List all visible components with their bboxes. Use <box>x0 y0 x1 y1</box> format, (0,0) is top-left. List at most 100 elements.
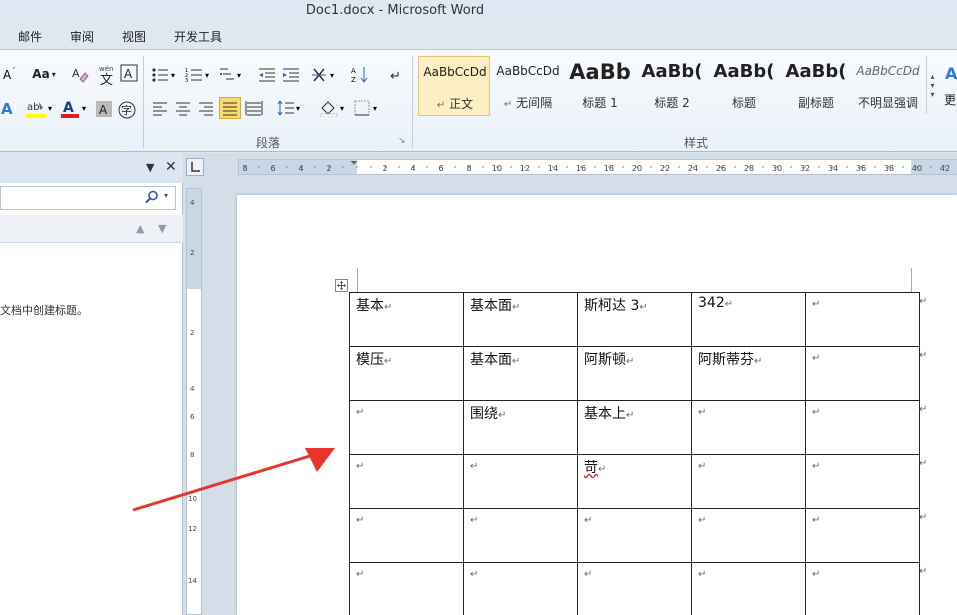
ruler-label: 10 <box>492 164 502 173</box>
table-cell[interactable]: ↵ <box>463 454 578 509</box>
vertical-ruler[interactable]: 4 2 2 4 6 8 10 12 14 <box>186 188 202 615</box>
cell-text: 阿斯顿 <box>584 352 626 368</box>
pane-options-icon[interactable]: ▼ <box>146 161 154 174</box>
justify-icon[interactable] <box>219 97 241 119</box>
table-cell[interactable]: ↵ <box>691 508 806 563</box>
table-cell[interactable]: ↵ <box>691 562 806 615</box>
next-heading-icon[interactable]: ▼ <box>158 222 166 235</box>
table-cell[interactable]: ↵ <box>805 454 920 509</box>
style-title[interactable]: AaBb( 标题 <box>708 56 780 116</box>
search-options-icon[interactable]: ▾ <box>164 191 168 200</box>
table-cell[interactable]: 阿斯顿↵ <box>577 346 692 401</box>
table-cell[interactable]: ↵ <box>577 508 692 563</box>
character-border-icon[interactable]: A <box>120 64 138 82</box>
tab-review[interactable]: 审阅 <box>70 28 94 45</box>
line-spacing-icon[interactable]: ▾ <box>276 98 304 118</box>
align-left-icon[interactable] <box>150 98 170 118</box>
cell-text: 342 <box>698 295 725 311</box>
table-cell[interactable]: ↵ <box>577 562 692 615</box>
bullets-icon[interactable]: ▾ <box>150 65 180 85</box>
table-cell[interactable]: ↵ <box>349 454 464 509</box>
sort-icon[interactable]: AZ <box>350 65 372 85</box>
svg-text:文: 文 <box>100 73 113 85</box>
table-cell[interactable]: ↵ <box>463 508 578 563</box>
phonetic-guide-icon[interactable]: wén 文 <box>96 62 118 86</box>
change-styles-icon[interactable]: A <box>942 60 957 84</box>
ribbon: Aˇ Aa ▾ A wén 文 A A ab ▾ A ▾ A 字 ▾ 1 2 3 ▾ ▾ ▾ <box>0 50 957 152</box>
change-case-button[interactable]: Aa ▾ <box>28 64 60 84</box>
table-cell[interactable]: 基本上↵ <box>577 400 692 455</box>
tab-developer[interactable]: 开发工具 <box>174 28 222 45</box>
style-no-spacing[interactable]: AaBbCcDd ↵ 无间隔 <box>492 56 564 116</box>
paragraph-mark: ↵ <box>626 410 635 421</box>
table-cell[interactable]: ↵ <box>805 400 920 455</box>
clear-formatting-icon[interactable]: A <box>70 64 92 86</box>
text-effect-icon[interactable]: A <box>0 98 20 120</box>
highlight-color-icon[interactable]: ab ▾ <box>24 98 56 120</box>
nav-search-input[interactable]: ▾ <box>0 186 176 210</box>
paragraph-dialog-launcher[interactable]: ↘ <box>398 136 406 146</box>
table-cell[interactable]: ↵ <box>691 454 806 509</box>
table-cell[interactable]: 342↵ <box>691 292 806 347</box>
document-table[interactable]: 基本↵ 基本面↵ 斯柯达 3↵ 342↵ ↵ 模压↵ 基本面↵ 阿斯顿↵ 阿斯蒂芬↵ ↵ ↵ 围绕↵ 基… <box>349 292 920 615</box>
style-heading-2[interactable]: AaBb( 标题 2 <box>636 56 708 116</box>
chinese-layout-icon[interactable]: ▾ <box>310 65 340 85</box>
table-cell[interactable]: ↵ <box>805 562 920 615</box>
table-cell[interactable]: ↵ <box>463 562 578 615</box>
style-subtle-emphasis[interactable]: AaBbCcDd 不明显强调 <box>852 56 924 116</box>
distributed-icon[interactable] <box>244 98 264 118</box>
table-cell[interactable]: ↵ <box>805 292 920 347</box>
table-cell[interactable]: ↵ <box>349 508 464 563</box>
table-cell[interactable]: ↵ <box>805 508 920 563</box>
style-heading-1[interactable]: AaBb 标题 1 <box>564 56 636 116</box>
table-cell[interactable]: ↵ <box>805 346 920 401</box>
nav-pane-message: 文档中创建标题。 <box>0 304 88 317</box>
ruler-label: 24 <box>688 164 698 173</box>
decrease-indent-icon[interactable] <box>256 65 278 85</box>
align-center-icon[interactable] <box>173 98 193 118</box>
change-styles-button[interactable]: 更 <box>943 90 957 108</box>
multilevel-list-icon[interactable]: ▾ <box>218 65 246 85</box>
numbering-icon[interactable]: 1 2 3 ▾ <box>184 65 214 85</box>
table-cell[interactable]: 基本面↵ <box>463 292 578 347</box>
svg-text:▾: ▾ <box>48 104 52 113</box>
close-icon[interactable]: ✕ <box>165 159 177 175</box>
ruler-label: 36 <box>856 164 866 173</box>
horizontal-ruler[interactable]: 8 6 4 2 2 4 6 8 10 12 14 16 18 20 22 24 26 28 30 32 34 36 38 40… <box>238 158 957 175</box>
table-row: ↵ ↵ ↵ ↵ ↵ <box>349 562 920 615</box>
table-cell[interactable]: ↵ <box>691 400 806 455</box>
styles-scroll[interactable]: ▴ ▾ ▾ <box>926 56 938 114</box>
font-color-icon[interactable]: A ▾ <box>58 98 90 120</box>
show-marks-icon[interactable]: ↵ <box>386 65 406 85</box>
v-ruler-label: 14 <box>188 577 197 585</box>
shrink-font-icon[interactable]: Aˇ <box>0 64 20 84</box>
character-shading-icon[interactable]: A <box>95 100 113 118</box>
style-normal[interactable]: AaBbCcDd ↵ 正文 <box>418 56 490 116</box>
table-cell[interactable]: ↵ <box>349 562 464 615</box>
table-cell[interactable]: 斯柯达 3↵ <box>577 292 692 347</box>
search-icon[interactable] <box>145 190 159 207</box>
table-cell[interactable]: 阿斯蒂芬↵ <box>691 346 806 401</box>
table-cell[interactable]: 基本面↵ <box>463 346 578 401</box>
style-subtitle[interactable]: AaBb( 副标题 <box>780 56 852 116</box>
table-cell[interactable]: 基本↵ <box>349 292 464 347</box>
borders-icon[interactable]: ▾ <box>352 98 382 118</box>
first-line-indent-marker[interactable]: ⏷ <box>350 158 358 169</box>
table-row: 模压↵ 基本面↵ 阿斯顿↵ 阿斯蒂芬↵ ↵ <box>349 346 920 401</box>
tab-view[interactable]: 视图 <box>122 28 146 45</box>
shading-icon[interactable]: ▾ <box>318 98 348 118</box>
align-right-icon[interactable] <box>196 98 216 118</box>
ruler-label: 20 <box>632 164 642 173</box>
table-cell[interactable]: 模压↵ <box>349 346 464 401</box>
enclose-characters-icon[interactable]: 字 <box>117 100 137 120</box>
increase-indent-icon[interactable] <box>280 65 302 85</box>
cell-text: 基本面 <box>470 298 512 314</box>
table-cell[interactable]: 苛↵ <box>577 454 692 509</box>
svg-text:ˇ: ˇ <box>12 67 16 75</box>
tab-selector[interactable] <box>186 158 204 176</box>
tab-mailings[interactable]: 邮件 <box>18 28 42 45</box>
table-cell[interactable]: 围绕↵ <box>463 400 578 455</box>
previous-heading-icon[interactable]: ▲ <box>136 222 144 235</box>
table-move-handle-icon[interactable] <box>335 279 348 292</box>
table-cell[interactable]: ↵ <box>349 400 464 455</box>
